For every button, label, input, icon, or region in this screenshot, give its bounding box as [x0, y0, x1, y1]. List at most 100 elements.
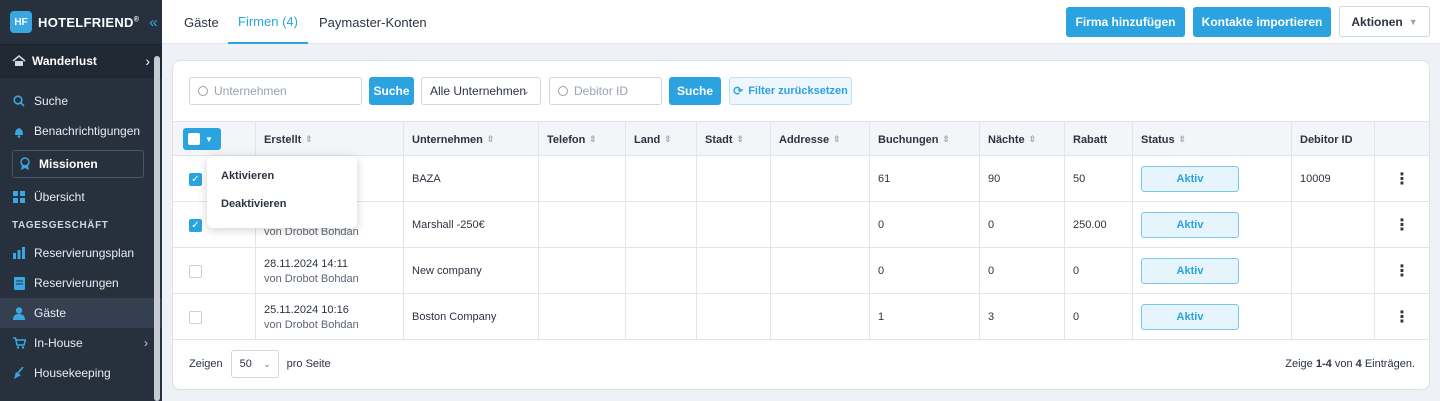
- import-contacts-button[interactable]: Kontakte importieren: [1193, 7, 1331, 37]
- sidebar-item-guests[interactable]: Gäste: [0, 298, 162, 328]
- sidebar-item-notifications[interactable]: Benachrichtigungen: [0, 116, 162, 146]
- sidebar-item-reservation-plan[interactable]: Reservierungsplan: [0, 238, 162, 268]
- cart-icon: [12, 336, 26, 350]
- bulk-select-button[interactable]: ▼: [183, 128, 221, 150]
- status-badge[interactable]: Aktiv: [1141, 212, 1239, 238]
- discount-value: 50: [1073, 173, 1086, 185]
- discount-value: 250.00: [1073, 219, 1107, 231]
- chevron-down-icon: ⌄: [521, 85, 530, 97]
- created-cell: 25.11.2024 10:16 von Drobot Bohdan: [255, 294, 403, 340]
- table-row[interactable]: ✓ BAZA 61 90 50 Aktiv 10009 ⋮: [173, 156, 1429, 202]
- status-cell: Aktiv: [1132, 156, 1291, 202]
- tab-paymaster-accounts[interactable]: Paymaster-Konten: [319, 0, 427, 44]
- company-search-input[interactable]: Unternehmen: [189, 77, 362, 105]
- created-cell: 28.11.2024 14:11 von Drobot Bohdan: [255, 248, 403, 294]
- menu-item-activate[interactable]: Aktivieren: [207, 162, 357, 190]
- company-name[interactable]: Boston Company: [412, 311, 538, 323]
- bulk-actions-menu: Aktivieren Deaktivieren: [207, 156, 357, 228]
- menu-item-deactivate[interactable]: Deaktivieren: [207, 190, 357, 218]
- table-row[interactable]: 25.11.2024 10:16 von Drobot Bohdan Boston…: [173, 294, 1429, 340]
- column-bookings[interactable]: Buchungen ⇳: [869, 122, 979, 157]
- city-cell: [696, 156, 770, 202]
- city-cell: [696, 248, 770, 294]
- discount-cell: 0: [1064, 248, 1132, 294]
- sort-icon: ⇳: [589, 134, 597, 144]
- hotel-switcher[interactable]: Wanderlust ›: [0, 44, 162, 78]
- debitor-id-placeholder: Debitor ID: [574, 84, 629, 98]
- bookings-cell: 0: [869, 202, 979, 248]
- row-checkbox[interactable]: [189, 310, 202, 324]
- company-name[interactable]: Marshall -250€: [412, 219, 538, 231]
- company-name[interactable]: New company: [412, 265, 538, 277]
- debitor-cell: [1291, 202, 1374, 248]
- status-cell: Aktiv: [1132, 294, 1291, 340]
- per-page-select[interactable]: 50 ⌄: [230, 350, 279, 378]
- brand: HF HOTELFRIEND® «: [0, 0, 162, 44]
- company-cell: Boston Company: [403, 294, 538, 340]
- more-vertical-icon[interactable]: ⋮: [1394, 307, 1410, 327]
- company-cell: New company: [403, 248, 538, 294]
- status-badge[interactable]: Aktiv: [1141, 166, 1239, 192]
- missions-label: Missionen: [39, 157, 98, 171]
- sidebar-item-label: Housekeeping: [34, 366, 111, 380]
- column-nights[interactable]: Nächte ⇳: [979, 122, 1064, 157]
- more-vertical-icon[interactable]: ⋮: [1394, 169, 1410, 189]
- missions-button[interactable]: Missionen: [12, 150, 144, 178]
- row-select-cell: [173, 248, 255, 294]
- sidebar-item-reservations[interactable]: Reservierungen: [0, 268, 162, 298]
- sidebar-item-in-house[interactable]: In-House ›: [0, 328, 162, 358]
- debitor-id-input[interactable]: Debitor ID: [549, 77, 662, 105]
- row-checkbox[interactable]: ✓: [189, 218, 202, 232]
- actions-dropdown[interactable]: Aktionen ▼: [1339, 6, 1430, 37]
- column-label: Erstellt: [264, 133, 302, 146]
- sidebar-item-housekeeping[interactable]: Housekeeping: [0, 358, 162, 388]
- column-company[interactable]: Unternehmen ⇳: [403, 122, 538, 157]
- company-filter-select[interactable]: Alle Unternehmen ⌄: [421, 77, 541, 105]
- sidebar-item-overview[interactable]: Übersicht: [0, 182, 162, 212]
- discount-cell: 250.00: [1064, 202, 1132, 248]
- column-city[interactable]: Stadt ⇳: [696, 122, 770, 157]
- sidebar-item-search[interactable]: Suche: [0, 86, 162, 116]
- sort-icon: ⇳: [1028, 134, 1037, 144]
- user-icon: [12, 306, 26, 320]
- row-checkbox[interactable]: [189, 264, 202, 278]
- column-phone[interactable]: Telefon ⇳: [538, 122, 625, 157]
- column-actions: [1374, 122, 1429, 157]
- search-icon: [12, 94, 26, 108]
- table-header: ▼ Erstellt ⇳ Unternehmen ⇳ Telefon ⇳ Land ⇳ …: [173, 121, 1429, 157]
- company-name[interactable]: BAZA: [412, 173, 538, 185]
- table-row[interactable]: ✓ von Drobot Bohdan Marshall -250€ 0 0 2…: [173, 202, 1429, 248]
- more-vertical-icon[interactable]: ⋮: [1394, 215, 1410, 235]
- broom-icon: [12, 366, 26, 380]
- row-select-cell: [173, 294, 255, 340]
- column-label: Stadt: [705, 133, 733, 146]
- nights-cell: 0: [979, 248, 1064, 294]
- checkbox-icon: [188, 133, 200, 145]
- status-badge[interactable]: Aktiv: [1141, 258, 1239, 284]
- company-search-button[interactable]: Suche: [369, 77, 414, 105]
- reset-filters-button[interactable]: ⟳ Filter zurücksetzen: [729, 77, 852, 105]
- column-label: Buchungen: [878, 133, 939, 146]
- more-vertical-icon[interactable]: ⋮: [1394, 261, 1410, 281]
- hotelfriend-logo: HF: [10, 11, 32, 33]
- column-label: Nächte: [988, 133, 1025, 146]
- debitor-search-button[interactable]: Suche: [669, 77, 721, 105]
- medal-icon: [19, 157, 33, 171]
- column-created[interactable]: Erstellt ⇳: [255, 122, 403, 157]
- column-label: Telefon: [547, 133, 586, 146]
- sidebar: HF HOTELFRIEND® « Wanderlust › Suche Ben…: [0, 0, 162, 401]
- column-country[interactable]: Land ⇳: [625, 122, 696, 157]
- add-company-button[interactable]: Firma hinzufügen: [1066, 7, 1185, 37]
- table-row[interactable]: 28.11.2024 14:11 von Drobot Bohdan New co…: [173, 248, 1429, 294]
- tab-companies[interactable]: Firmen (4): [228, 0, 308, 44]
- debitor-cell: [1291, 248, 1374, 294]
- status-badge[interactable]: Aktiv: [1141, 304, 1239, 330]
- collapse-sidebar-icon[interactable]: «: [149, 14, 157, 31]
- row-checkbox[interactable]: ✓: [189, 172, 202, 186]
- tab-guests[interactable]: Gäste: [184, 0, 219, 44]
- column-address[interactable]: Addresse ⇳: [770, 122, 869, 157]
- sidebar-scrollbar[interactable]: [154, 56, 160, 401]
- nights-cell: 0: [979, 202, 1064, 248]
- column-status[interactable]: Status ⇳: [1132, 122, 1291, 157]
- debitor-value: 10009: [1300, 173, 1331, 185]
